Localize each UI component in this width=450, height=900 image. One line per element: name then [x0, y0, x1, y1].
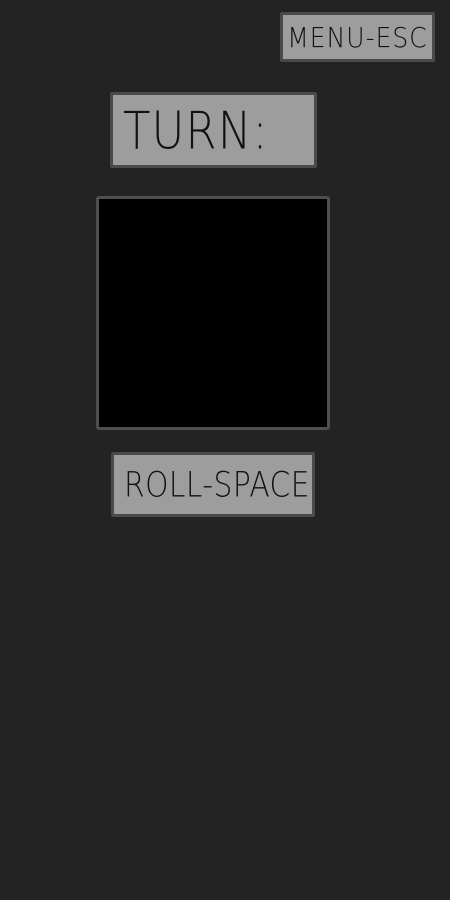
roll-button-label: ROLL-SPACE — [124, 464, 310, 505]
dice-display-area — [96, 196, 330, 430]
game-screen: { "menu": { "label": "MENU-ESC" }, "turn… — [0, 0, 450, 900]
menu-esc-button[interactable]: MENU-ESC — [280, 12, 435, 62]
menu-button-label: MENU-ESC — [287, 21, 428, 53]
roll-space-button[interactable]: ROLL-SPACE — [111, 452, 315, 517]
turn-indicator: TURN: — [110, 92, 317, 168]
turn-label: TURN: — [123, 99, 269, 161]
